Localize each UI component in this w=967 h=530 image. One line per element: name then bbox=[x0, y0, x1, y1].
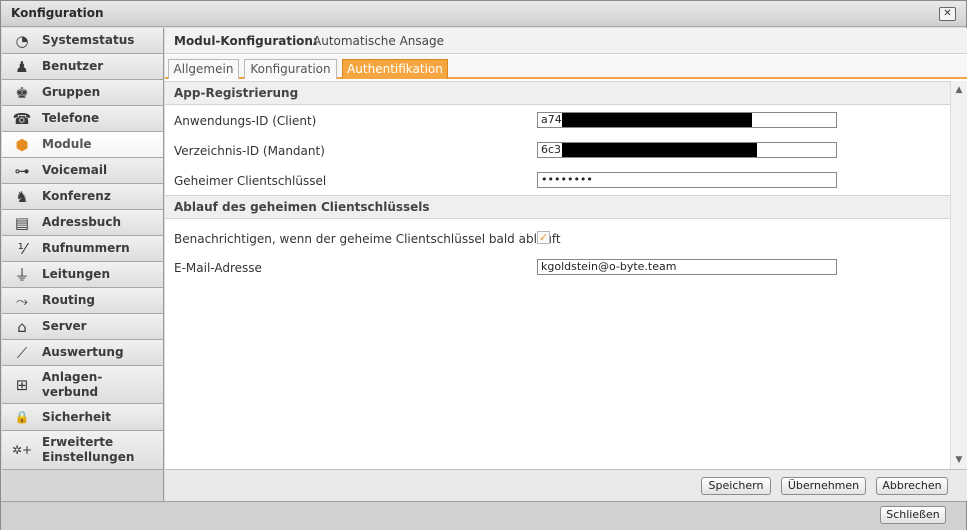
sidebar-item-label: Erweiterte Einstellungen bbox=[42, 435, 135, 464]
address-book-icon: ▤ bbox=[14, 213, 30, 232]
telephone-icon: ☎ bbox=[12, 109, 32, 128]
email-input[interactable]: kgoldstein@o-byte.team bbox=[537, 259, 837, 275]
sidebar-item-label: Rufnummern bbox=[42, 241, 130, 255]
sidebar-item-label: Anlagen- verbund bbox=[42, 369, 103, 399]
window-title: Konfiguration bbox=[11, 6, 104, 20]
routing-icon: ⤳ bbox=[15, 291, 28, 310]
main-panel: Modul-Konfiguration: Automatische Ansage… bbox=[165, 28, 967, 501]
module-header: Modul-Konfiguration: Automatische Ansage bbox=[165, 28, 967, 54]
sidebar-item-label: Systemstatus bbox=[42, 33, 135, 47]
sidebar-item-auswertung[interactable]: ⟋ Auswertung bbox=[2, 340, 163, 366]
save-button[interactable]: Speichern bbox=[701, 477, 771, 495]
redaction-bar bbox=[562, 113, 752, 127]
sidebar-item-label: Gruppen bbox=[42, 85, 101, 99]
tenant-id-label: Verzeichnis-ID (Mandant) bbox=[174, 144, 325, 158]
settings-icon: ✲+ bbox=[11, 443, 33, 457]
group-icon: ♚ bbox=[15, 83, 29, 102]
client-id-value: a74 bbox=[541, 113, 562, 126]
close-button[interactable]: Schließen bbox=[880, 506, 946, 524]
client-id-label: Anwendungs-ID (Client) bbox=[174, 114, 317, 128]
sidebar-item-label: Sicherheit bbox=[42, 409, 111, 424]
sidebar: ◔ Systemstatus ♟ Benutzer ♚ Gruppen ☎ Telefo… bbox=[2, 28, 164, 501]
sidebar-item-label: Benutzer bbox=[42, 59, 104, 73]
conference-icon: ♞ bbox=[15, 187, 29, 206]
close-icon[interactable]: ✕ bbox=[939, 7, 956, 21]
sidebar-item-label: Konferenz bbox=[42, 189, 111, 203]
user-icon: ♟ bbox=[15, 57, 29, 76]
sidebar-item-voicemail[interactable]: ⊶ Voicemail bbox=[2, 158, 163, 184]
network-icon: ⊞ bbox=[15, 375, 29, 394]
client-secret-label: Geheimer Clientschlüssel bbox=[174, 174, 327, 188]
sidebar-item-gruppen[interactable]: ♚ Gruppen bbox=[2, 80, 163, 106]
sidebar-item-erweiterte-einstellungen[interactable]: ✲+ Erweiterte Einstellungen bbox=[2, 431, 163, 470]
chart-icon: ⟋ bbox=[16, 343, 28, 362]
sidebar-item-konferenz[interactable]: ♞ Konferenz bbox=[2, 184, 163, 210]
action-bar: Speichern Übernehmen Abbrechen bbox=[165, 469, 967, 501]
sidebar-item-label: Adressbuch bbox=[42, 215, 122, 229]
window-footer: Schließen bbox=[1, 501, 966, 530]
voicemail-icon: ⊶ bbox=[14, 161, 30, 180]
notify-expiry-label: Benachrichtigen, wenn der geheime Client… bbox=[174, 232, 561, 246]
header-label: Modul-Konfiguration: bbox=[174, 34, 318, 48]
sidebar-item-label: Voicemail bbox=[42, 163, 108, 177]
sidebar-item-leitungen[interactable]: ⏚ Leitungen bbox=[2, 262, 163, 288]
clock-icon: ◔ bbox=[15, 31, 29, 50]
sidebar-item-module[interactable]: ⬢ Module bbox=[2, 132, 163, 158]
section-app-registration: App-Registrierung bbox=[165, 81, 950, 105]
sidebar-item-rufnummern[interactable]: ⅟ Rufnummern bbox=[2, 236, 163, 262]
sidebar-item-benutzer[interactable]: ♟ Benutzer bbox=[2, 54, 163, 80]
client-id-input[interactable]: a74 bbox=[537, 112, 837, 128]
section-secret-expiry: Ablauf des geheimen Clientschlüssels bbox=[165, 195, 950, 219]
server-icon: ⌂ bbox=[17, 317, 27, 336]
tab-authentifikation[interactable]: Authentifikation bbox=[342, 59, 448, 79]
sidebar-item-label: Routing bbox=[42, 293, 96, 307]
sidebar-item-systemstatus[interactable]: ◔ Systemstatus bbox=[2, 28, 163, 54]
module-name: Automatische Ansage bbox=[313, 34, 445, 48]
sidebar-item-label: Telefone bbox=[42, 111, 100, 125]
configuration-window: Konfiguration ✕ ◔ Systemstatus ♟ Benutzer … bbox=[0, 0, 967, 530]
sidebar-item-label: Auswertung bbox=[42, 345, 124, 359]
sidebar-item-adressbuch[interactable]: ▤ Adressbuch bbox=[2, 210, 163, 236]
redaction-bar bbox=[562, 143, 757, 157]
module-icon: ⬢ bbox=[15, 135, 29, 154]
sidebar-item-label: Leitungen bbox=[42, 267, 110, 281]
sidebar-item-anlagenverbund[interactable]: ⊞ Anlagen- verbund bbox=[2, 366, 163, 404]
tenant-id-value: 6c3 bbox=[541, 143, 562, 156]
tab-bar: Allgemein Konfiguration Authentifikation bbox=[165, 55, 967, 79]
scroll-down-icon[interactable]: ▼ bbox=[953, 454, 965, 466]
email-label: E-Mail-Adresse bbox=[174, 261, 262, 275]
scroll-up-icon[interactable]: ▲ bbox=[953, 84, 965, 96]
sidebar-item-label: Server bbox=[42, 319, 87, 333]
phone-numbers-icon: ⅟ bbox=[17, 239, 27, 258]
client-secret-input[interactable]: •••••••• bbox=[537, 172, 837, 188]
tenant-id-input[interactable]: 6c3 bbox=[537, 142, 837, 158]
sidebar-item-telefone[interactable]: ☎ Telefone bbox=[2, 106, 163, 132]
notify-expiry-checkbox[interactable]: ✓ bbox=[537, 231, 550, 244]
lock-icon: 🔒 bbox=[14, 410, 30, 424]
apply-button[interactable]: Übernehmen bbox=[781, 477, 866, 495]
tab-konfiguration[interactable]: Konfiguration bbox=[244, 59, 337, 79]
titlebar: Konfiguration ✕ bbox=[1, 1, 966, 27]
tab-allgemein[interactable]: Allgemein bbox=[168, 59, 239, 79]
sidebar-item-server[interactable]: ⌂ Server bbox=[2, 314, 163, 340]
vertical-scrollbar[interactable]: ▲ ▼ bbox=[950, 81, 967, 469]
lines-icon: ⏚ bbox=[14, 266, 30, 284]
cancel-button[interactable]: Abbrechen bbox=[876, 477, 948, 495]
sidebar-item-sicherheit[interactable]: 🔒 Sicherheit bbox=[2, 404, 163, 431]
auth-form: App-Registrierung Anwendungs-ID (Client)… bbox=[165, 81, 950, 469]
sidebar-item-routing[interactable]: ⤳ Routing bbox=[2, 288, 163, 314]
sidebar-item-label: Module bbox=[42, 137, 92, 151]
